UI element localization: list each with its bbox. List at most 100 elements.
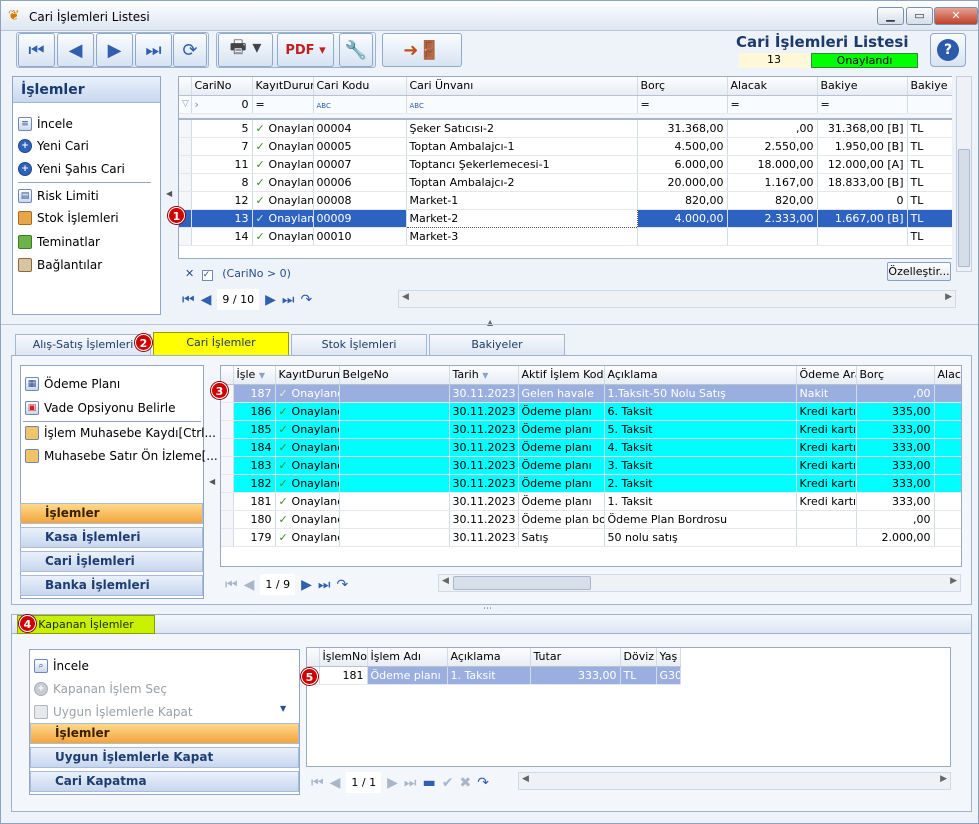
cell-alacak[interactable] bbox=[934, 492, 961, 511]
cell-durum[interactable]: ✓ Onaylan bbox=[252, 209, 314, 228]
cell-yas[interactable]: G30 bbox=[656, 666, 681, 685]
col-kayitdurumu[interactable]: KayıtDurumu bbox=[275, 366, 340, 385]
cell-alacak[interactable] bbox=[934, 420, 961, 439]
cell-odeme[interactable]: Kredi kartı bbox=[796, 474, 857, 493]
cell-bakiye[interactable]: 31.368,00 [B] bbox=[817, 119, 908, 138]
cell-borc[interactable]: 4.500,00 bbox=[637, 137, 728, 156]
cell-borc[interactable]: 31.368,00 bbox=[637, 119, 728, 138]
cell-kod[interactable]: Ödeme planı bbox=[518, 402, 605, 421]
scroll-left-icon[interactable]: ◀ bbox=[522, 774, 529, 784]
delete-icon[interactable]: ▬ bbox=[422, 775, 435, 791]
cell-borc[interactable]: 4.000,00 bbox=[637, 209, 728, 228]
cell-bakiye[interactable]: 1.667,00 [B] bbox=[817, 209, 908, 228]
table-row[interactable]: 8 ✓ Onaylan 00006 Toptan Ambalajcı-2 20.000,… bbox=[179, 173, 952, 192]
scroll-right-icon[interactable]: ▶ bbox=[945, 292, 952, 302]
col-bakiye-d[interactable]: Bakiye D bbox=[907, 77, 952, 96]
col-islemno[interactable]: İşlemNo bbox=[319, 648, 368, 667]
banka-islemleri-button[interactable]: Banka İşlemleri bbox=[20, 575, 203, 596]
cell-kod[interactable]: 00008 bbox=[313, 191, 407, 210]
cell-acik[interactable]: 3. Taksit bbox=[604, 456, 797, 475]
islemler-button[interactable]: İşlemler bbox=[20, 503, 203, 524]
cell-odeme[interactable]: Kredi kartı bbox=[796, 456, 857, 475]
filter-bakiyed-cell[interactable] bbox=[907, 95, 952, 114]
prev-page-icon[interactable]: ◀ bbox=[201, 292, 212, 308]
cell-belge[interactable] bbox=[339, 402, 450, 421]
cell-belge[interactable] bbox=[339, 510, 450, 529]
next-page-icon[interactable]: ▶ bbox=[265, 292, 276, 308]
col-tutar[interactable]: Tutar bbox=[530, 648, 621, 667]
cell-islem-adi[interactable]: Ödeme planı bbox=[367, 666, 448, 685]
cell-odeme[interactable]: Kredi kartı bbox=[796, 438, 857, 457]
cell-no[interactable]: 179 bbox=[233, 528, 276, 547]
cell-belge[interactable] bbox=[339, 474, 450, 493]
cell-no[interactable]: 181 bbox=[233, 492, 276, 511]
scroll-left-icon[interactable]: ◀ bbox=[442, 576, 449, 586]
cell-kod[interactable]: 00005 bbox=[313, 137, 407, 156]
cell-odeme[interactable]: Kredi kartı bbox=[796, 492, 857, 511]
cell-alacak[interactable] bbox=[934, 402, 961, 421]
table-row[interactable]: 181 Ödeme planı 1. Taksit 333,00 TL G30 bbox=[307, 666, 681, 685]
top-hscrollbar[interactable]: ◀ ▶ bbox=[398, 290, 956, 308]
tab-bakiyeler[interactable]: Bakiyeler bbox=[429, 334, 565, 355]
odeme-plani-item[interactable]: ▦ Ödeme Planı bbox=[25, 377, 120, 391]
table-row[interactable]: 185✓ Onaylanc30.11.2023 1Ödeme planı5. T… bbox=[221, 420, 961, 439]
cell-no[interactable]: 186 bbox=[233, 402, 276, 421]
cell-unvan[interactable]: Market-2 bbox=[405, 208, 638, 228]
muhasebe-kaydi-item[interactable]: İşlem Muhasebe Kaydı[Ctrl... bbox=[25, 426, 216, 440]
tab-alis-satis[interactable]: Alış-Satış İşlemleri bbox=[15, 334, 151, 355]
stok-islemleri-item[interactable]: Stok İşlemleri bbox=[18, 211, 119, 225]
cell-alacak[interactable]: 2.333,00 bbox=[727, 209, 818, 228]
collapse-arrow-icon[interactable]: ◀ bbox=[209, 477, 215, 486]
next-page-icon[interactable]: ▶ bbox=[387, 775, 398, 791]
cell-tarih[interactable]: 30.11.2023 1 bbox=[449, 474, 519, 493]
cell-dov[interactable]: TL bbox=[907, 209, 952, 228]
cell-durum[interactable]: ✓ Onaylan bbox=[252, 173, 314, 192]
cell-alacak[interactable] bbox=[934, 528, 961, 547]
cell-no[interactable]: 7 bbox=[191, 137, 253, 156]
cell-aciklama[interactable]: 1. Taksit bbox=[447, 666, 531, 685]
first-page-icon[interactable]: ⏮ bbox=[182, 292, 195, 308]
cell-alacak[interactable] bbox=[934, 384, 961, 403]
top-vscrollbar[interactable] bbox=[956, 76, 972, 272]
table-row[interactable]: 14 ✓ Onaylan 00010 Market-3 TL bbox=[179, 227, 952, 246]
cell-no[interactable]: 185 bbox=[233, 420, 276, 439]
last-page-icon[interactable]: ⏭ bbox=[404, 775, 417, 791]
cell-bakiye[interactable]: 18.833,00 [B] bbox=[817, 173, 908, 192]
filter-carino-cell[interactable]: › 0 bbox=[191, 95, 253, 114]
tools-icon[interactable]: 🔧 bbox=[339, 33, 373, 67]
last-icon[interactable]: ⏭ bbox=[135, 33, 172, 67]
cell-borc[interactable]: 333,00 bbox=[856, 456, 935, 475]
cell-belge[interactable] bbox=[339, 420, 450, 439]
cell-durum[interactable]: ✓ Onaylanc bbox=[275, 384, 340, 403]
cell-borc[interactable]: 20.000,00 bbox=[637, 173, 728, 192]
cancel-icon[interactable]: ✖ bbox=[459, 775, 471, 791]
refresh-page-icon[interactable]: ↷ bbox=[300, 292, 312, 308]
cell-dov[interactable]: TL bbox=[907, 173, 952, 192]
cell-durum[interactable]: ✓ Onaylanc bbox=[275, 474, 340, 493]
cell-no[interactable]: 5 bbox=[191, 119, 253, 138]
cell-acik[interactable]: 5. Taksit bbox=[604, 420, 797, 439]
cell-tarih[interactable]: 30.11.2023 1 bbox=[449, 492, 519, 511]
filter-bakiye-cell[interactable]: = bbox=[817, 95, 908, 114]
cell-bakiye[interactable]: 0 bbox=[817, 191, 908, 210]
filter-alacak-cell[interactable]: = bbox=[727, 95, 818, 114]
tab-kapanan-islemler[interactable]: Kapanan İşlemler bbox=[17, 615, 155, 634]
cell-durum[interactable]: ✓ Onaylan bbox=[252, 191, 314, 210]
minimize-button[interactable]: ▁ bbox=[877, 7, 904, 25]
cell-belge[interactable] bbox=[339, 492, 450, 511]
col-cari-kodu[interactable]: Cari Kodu bbox=[313, 77, 407, 96]
cell-borc[interactable]: 333,00 bbox=[856, 420, 935, 439]
cell-unvan[interactable]: Market-1 bbox=[406, 191, 638, 210]
table-row[interactable]: 12 ✓ Onaylan 00008 Market-1 820,00 820,00 0 TL bbox=[179, 191, 952, 210]
help-icon[interactable]: ? bbox=[930, 33, 966, 67]
cell-tarih[interactable]: 30.11.2023 1 bbox=[449, 528, 519, 547]
cell-alacak[interactable]: 2.550,00 bbox=[727, 137, 818, 156]
table-row[interactable]: 182✓ Onaylanc30.11.2023 1Ödeme planı2. T… bbox=[221, 474, 961, 493]
table-row[interactable]: 187✓ Onaylanc30.11.2023 1Gelen havale1.T… bbox=[221, 384, 961, 403]
cell-durum[interactable]: ✓ Onaylanc bbox=[275, 528, 340, 547]
tab-cari-islemler[interactable]: Cari İşlemler bbox=[153, 332, 289, 356]
cell-durum[interactable]: ✓ Onaylanc bbox=[275, 492, 340, 511]
col-carino[interactable]: CariNo bbox=[191, 77, 253, 96]
filter-kod-cell[interactable]: ABC bbox=[313, 95, 407, 114]
cell-unvan[interactable]: Toptan Ambalajcı-1 bbox=[406, 137, 638, 156]
